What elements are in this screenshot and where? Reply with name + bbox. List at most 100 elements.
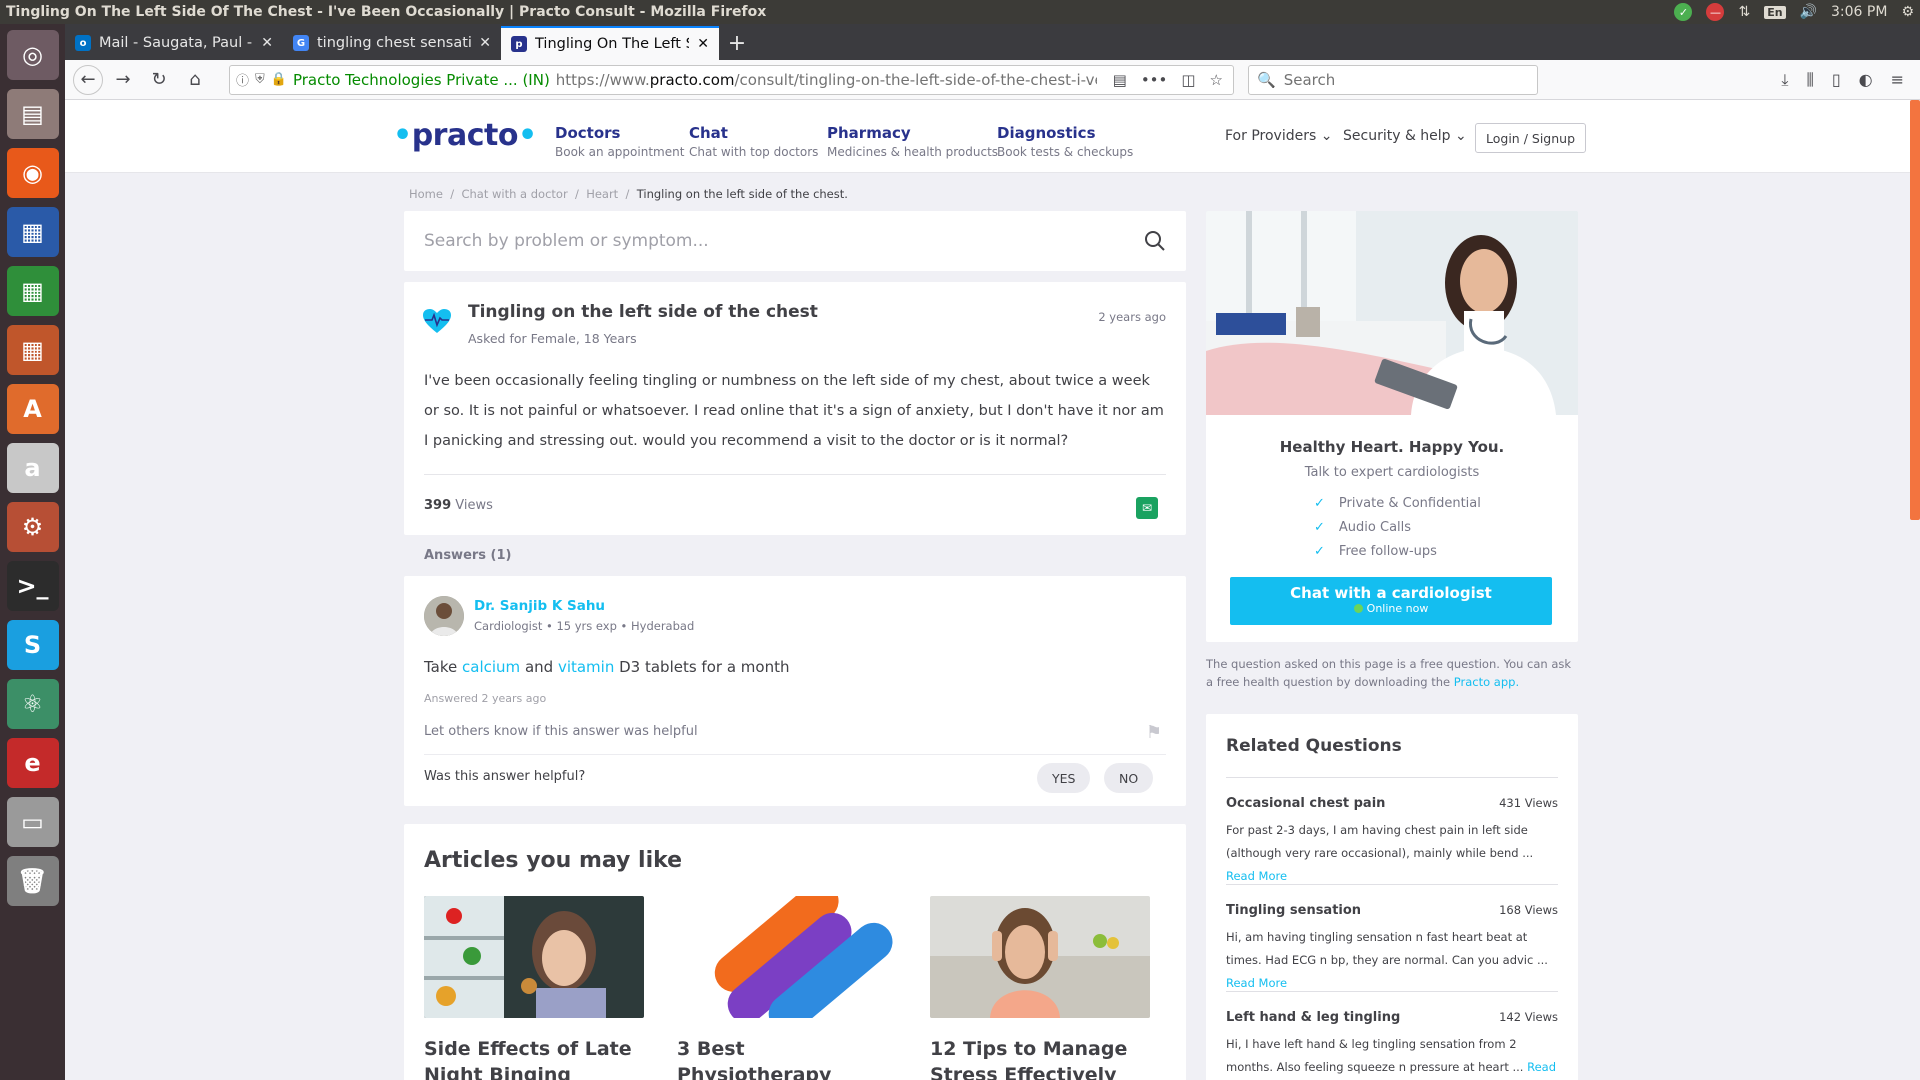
login-signup-button[interactable]: Login / Signup (1475, 123, 1587, 153)
tracking-shield-icon[interactable]: ⛨ (255, 72, 265, 87)
symptom-search-box[interactable]: Search by problem or symptom... (404, 211, 1186, 271)
related-questions-card: Related Questions Occasional chest pain 4… (1206, 714, 1578, 1080)
article-item[interactable]: 3 Best Physiotherapy Exercises for Chest (677, 881, 897, 1080)
related-question-item[interactable]: Left hand & leg tingling 142 Views Hi, I … (1226, 1010, 1558, 1080)
info-icon[interactable]: ⓘ (236, 70, 249, 89)
browser-tab[interactable]: Gtingling chest sensation ✕ (283, 26, 501, 60)
vitamin-link[interactable]: vitamin (558, 658, 614, 676)
software-center-icon[interactable]: A (6, 384, 59, 434)
home-button[interactable]: ⌂ (179, 65, 211, 95)
let-others-know: Let others know if this answer was helpf… (424, 724, 698, 739)
tab-close-icon[interactable]: ✕ (479, 35, 491, 51)
extension-icon[interactable]: ◐ (1859, 70, 1873, 90)
practo-app-link[interactable]: Practo app. (1454, 675, 1519, 689)
tab-close-icon[interactable]: ✕ (697, 36, 709, 52)
no-button[interactable]: NO (1104, 763, 1154, 793)
security-help-menu[interactable]: Security & help ⌄ (1343, 128, 1467, 144)
yes-button[interactable]: YES (1037, 763, 1091, 793)
search-icon: 🔍 (1257, 70, 1276, 89)
reader-view-icon[interactable]: ▤ (1113, 71, 1127, 89)
drive-icon[interactable]: ▭ (6, 797, 59, 847)
breadcrumb-home[interactable]: Home (409, 187, 443, 201)
related-question-desc: Hi, I have left hand & leg tingling sens… (1226, 1037, 1528, 1074)
nav-diagnostics-sub: Book tests & checkups (997, 145, 1134, 159)
downloads-icon[interactable]: ⤓ (1781, 70, 1788, 90)
atom-icon[interactable]: ⚛ (6, 679, 59, 729)
nav-chat[interactable]: Chat Chat with top doctors (689, 124, 818, 159)
page-actions-icon[interactable]: ••• (1141, 71, 1168, 89)
answers-label: Answers (1) (424, 548, 512, 563)
article-title[interactable]: 3 Best Physiotherapy Exercises for Chest (677, 1036, 897, 1080)
article-title[interactable]: Side Effects of Late Night Binging (424, 1036, 644, 1080)
browser-search-bar[interactable]: 🔍 Search (1248, 64, 1538, 95)
related-question-views: 168 Views (1499, 903, 1558, 917)
search-icon[interactable] (1144, 230, 1166, 252)
nav-doctors[interactable]: Doctors Book an appointment (555, 124, 684, 159)
page-scrollbar[interactable] (1910, 100, 1920, 520)
article-image[interactable] (424, 896, 644, 1018)
flag-icon[interactable]: ⚑ (1146, 722, 1162, 743)
article-image[interactable] (677, 881, 897, 1033)
browser-tab[interactable]: o Mail - Saugata, Paul - Ou ✕ (65, 26, 283, 60)
promo-check-label: Audio Calls (1338, 520, 1412, 535)
impress-icon[interactable]: ▦ (6, 325, 59, 375)
answer-card: Dr. Sanjib K Sahu Cardiologist • 15 yrs … (404, 576, 1186, 806)
doctor-name[interactable]: Dr. Sanjib K Sahu (474, 598, 605, 614)
sidebar-icon[interactable]: ▯ (1832, 70, 1841, 90)
trash-icon[interactable]: 🗑 (6, 856, 59, 906)
related-question-title[interactable]: Occasional chest pain (1226, 796, 1385, 811)
nav-pharmacy[interactable]: Pharmacy Medicines & health products (827, 124, 998, 159)
forward-button[interactable]: → (107, 65, 139, 95)
nav-doctors-title: Doctors (555, 124, 621, 142)
url-text[interactable]: https://www.practo.com/consult/tingling-… (556, 71, 1097, 89)
nav-diagnostics[interactable]: Diagnostics Book tests & checkups (997, 124, 1133, 159)
terminal-icon[interactable]: >_ (6, 561, 59, 611)
breadcrumb-chat[interactable]: Chat with a doctor (461, 187, 567, 201)
reload-button[interactable]: ↻ (143, 65, 175, 95)
no-entry-icon[interactable]: — (1706, 3, 1725, 21)
email-share-icon[interactable]: ✉ (1136, 497, 1158, 519)
doctor-avatar[interactable] (424, 596, 464, 636)
read-more-link[interactable]: Read More (1226, 976, 1287, 990)
related-question-title[interactable]: Left hand & leg tingling (1226, 1010, 1400, 1025)
files-icon[interactable]: ▤ (6, 89, 59, 139)
bookmark-star-icon[interactable]: ☆ (1210, 71, 1223, 89)
update-check-icon[interactable]: ✓ (1674, 3, 1693, 21)
calc-icon[interactable]: ▦ (6, 266, 59, 316)
nav-pharmacy-title: Pharmacy (827, 124, 911, 142)
browser-tab[interactable]: p Tingling On The Left Sid ✕ (501, 26, 719, 60)
ubuntu-dash-icon[interactable]: ◎ (6, 30, 59, 80)
firefox-icon[interactable]: ◉ (6, 148, 59, 198)
evince-icon[interactable]: e (6, 738, 59, 788)
site-identity[interactable]: Practo Technologies Private ... (IN) (293, 71, 550, 89)
calcium-link[interactable]: calcium (462, 658, 520, 676)
related-question-title[interactable]: Tingling sensation (1226, 903, 1361, 918)
settings-icon[interactable]: ⚙ (6, 502, 59, 552)
article-title[interactable]: 12 Tips to Manage Stress Effectively (930, 1036, 1150, 1080)
practo-logo[interactable]: •practo• (393, 118, 537, 153)
new-tab-button[interactable]: + (719, 26, 755, 60)
settings-gear-icon[interactable]: ⚙ (1901, 4, 1914, 20)
for-providers-menu[interactable]: For Providers ⌄ (1225, 128, 1332, 144)
chat-with-cardiologist-button[interactable]: Chat with a cardiologist Online now (1230, 577, 1552, 625)
amazon-icon[interactable]: a (6, 443, 59, 493)
read-more-link[interactable]: Read More (1226, 869, 1287, 883)
keyboard-layout-indicator[interactable]: En (1764, 5, 1786, 19)
tab-close-icon[interactable]: ✕ (261, 35, 273, 51)
volume-icon[interactable]: 🔊 (1800, 4, 1817, 20)
article-image[interactable] (930, 896, 1150, 1018)
clock[interactable]: 3:06 PM (1831, 4, 1887, 20)
breadcrumb-heart[interactable]: Heart (586, 187, 618, 201)
related-question-item[interactable]: Occasional chest pain 431 Views For past … (1226, 796, 1558, 888)
network-icon[interactable]: ⇅ (1738, 4, 1750, 20)
related-question-item[interactable]: Tingling sensation 168 Views Hi, am havin… (1226, 903, 1558, 995)
url-bar[interactable]: ⓘ ⛨ 🔒 Practo Technologies Private ... (I… (229, 64, 1234, 95)
pocket-icon[interactable]: ◫ (1181, 71, 1195, 89)
writer-icon[interactable]: ▦ (6, 207, 59, 257)
article-item[interactable]: Side Effects of Late Night Binging (424, 896, 644, 1080)
library-icon[interactable]: ⫼ (1806, 70, 1813, 90)
menu-hamburger-icon[interactable]: ≡ (1891, 70, 1904, 90)
article-item[interactable]: 12 Tips to Manage Stress Effectively (930, 896, 1150, 1080)
back-button[interactable]: ← (73, 64, 103, 95)
skype-icon[interactable]: S (6, 620, 59, 670)
